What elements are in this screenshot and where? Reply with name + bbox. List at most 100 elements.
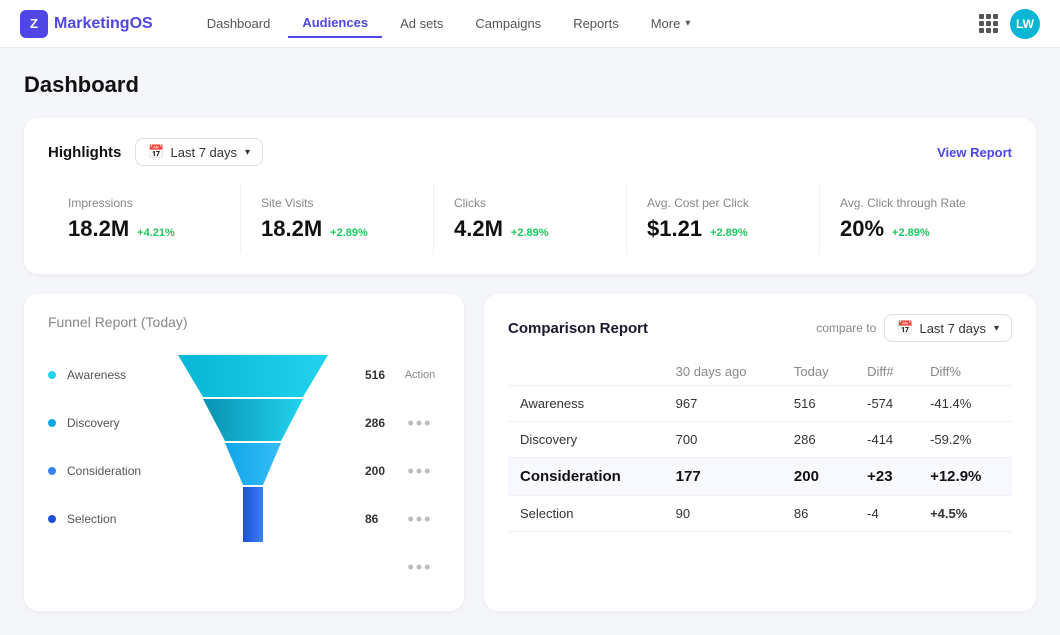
funnel-svg	[173, 347, 333, 547]
col-header-30days: 30 days ago	[664, 358, 782, 386]
row-today: 516	[782, 386, 855, 422]
chevron-down-icon: ▾	[685, 18, 690, 29]
col-header-diffn: Diff#	[855, 358, 918, 386]
funnel-actions: Action ••• ••• ••• •••	[400, 347, 440, 591]
table-row: Selection 90 86 -4 +4.5%	[508, 496, 1012, 532]
metric-avg-cpc: Avg. Cost per Click $1.21 +2.89%	[627, 184, 820, 254]
avatar[interactable]: LW	[1010, 9, 1040, 39]
metric-value: 18.2M	[261, 216, 322, 242]
metric-label: Avg. Cost per Click	[647, 196, 799, 210]
metric-label: Clicks	[454, 196, 606, 210]
action-header: Action	[400, 351, 440, 399]
metric-value: $1.21	[647, 216, 702, 242]
nav-audiences[interactable]: Audiences	[288, 9, 382, 38]
comparison-date-button[interactable]: 📅 Last 7 days ▾	[884, 314, 1012, 342]
highlights-card: Highlights 📅 Last 7 days ▾ View Report I…	[24, 118, 1036, 274]
funnel-label-awareness: Awareness	[48, 351, 141, 399]
row-today: 286	[782, 422, 855, 458]
row-30days: 90	[664, 496, 782, 532]
comparison-card: Comparison Report compare to 📅 Last 7 da…	[484, 294, 1036, 611]
row-today: 200	[782, 458, 855, 496]
funnel-label-selection: Selection	[48, 495, 141, 543]
comparison-header: Comparison Report compare to 📅 Last 7 da…	[508, 314, 1012, 342]
funnel-label-consideration: Consideration	[48, 447, 141, 495]
dot-icon	[48, 467, 56, 475]
view-report-link[interactable]: View Report	[937, 145, 1012, 160]
calendar-icon: 📅	[897, 320, 913, 336]
logo: Z MarketingOS	[20, 10, 153, 38]
metric-value: 20%	[840, 216, 884, 242]
metric-change: +2.89%	[710, 227, 748, 239]
nav-reports[interactable]: Reports	[559, 10, 633, 37]
logo-text: MarketingOS	[54, 15, 153, 33]
row-label: Selection	[508, 496, 664, 532]
funnel-value-discovery: 286	[365, 399, 400, 447]
metrics-row: Impressions 18.2M +4.21% Site Visits 18.…	[48, 184, 1012, 254]
chevron-down-icon: ▾	[245, 147, 250, 158]
metric-change: +4.21%	[137, 227, 175, 239]
row-diffn: -574	[855, 386, 918, 422]
highlights-header: Highlights 📅 Last 7 days ▾ View Report	[48, 138, 1012, 166]
nav-campaigns[interactable]: Campaigns	[461, 10, 555, 37]
calendar-icon: 📅	[148, 144, 164, 160]
dot-icon	[48, 419, 56, 427]
funnel-values: 516 286 200 86	[365, 347, 400, 543]
col-header-today: Today	[782, 358, 855, 386]
funnel-visualization	[141, 347, 365, 547]
row-diffp: +4.5%	[918, 496, 1012, 532]
row-label: Discovery	[508, 422, 664, 458]
comparison-filter: compare to 📅 Last 7 days ▾	[816, 314, 1012, 342]
funnel-value-awareness: 516	[365, 351, 400, 399]
action-dots-consideration[interactable]: •••	[400, 495, 440, 543]
metric-site-visits: Site Visits 18.2M +2.89%	[241, 184, 434, 254]
metric-change: +2.89%	[330, 227, 368, 239]
row-today: 86	[782, 496, 855, 532]
funnel-labels: Awareness Discovery Consideration Select…	[48, 347, 141, 543]
nav-adsets[interactable]: Ad sets	[386, 10, 457, 37]
row-30days: 967	[664, 386, 782, 422]
logo-icon: Z	[20, 10, 48, 38]
metric-impressions: Impressions 18.2M +4.21%	[48, 184, 241, 254]
row-diffp: +12.9%	[918, 458, 1012, 496]
metric-label: Site Visits	[261, 196, 413, 210]
col-header-diffp: Diff%	[918, 358, 1012, 386]
dot-icon	[48, 515, 56, 523]
funnel-title: Funnel Report (Today)	[48, 314, 440, 331]
funnel-card: Funnel Report (Today) Awareness Discover…	[24, 294, 464, 611]
row-label: Awareness	[508, 386, 664, 422]
funnel-value-consideration: 200	[365, 447, 400, 495]
metric-label: Avg. Click through Rate	[840, 196, 992, 210]
comparison-title: Comparison Report	[508, 320, 648, 337]
nav-dashboard[interactable]: Dashboard	[193, 10, 285, 37]
date-filter-button[interactable]: 📅 Last 7 days ▾	[135, 138, 263, 166]
funnel-label-discovery: Discovery	[48, 399, 141, 447]
row-30days: 177	[664, 458, 782, 496]
table-row-highlight: Consideration 177 200 +23 +12.9%	[508, 458, 1012, 496]
row-diffp: -41.4%	[918, 386, 1012, 422]
action-dots-selection[interactable]: •••	[400, 543, 440, 591]
row-diffp: -59.2%	[918, 422, 1012, 458]
metric-value: 18.2M	[68, 216, 129, 242]
metric-avg-ctr: Avg. Click through Rate 20% +2.89%	[820, 184, 1012, 254]
row-diffn: +23	[855, 458, 918, 496]
col-header-label	[508, 358, 664, 386]
nav-right: LW	[979, 9, 1040, 39]
page-content: Dashboard Highlights 📅 Last 7 days ▾ Vie…	[0, 48, 1060, 635]
row-diffn: -4	[855, 496, 918, 532]
navigation: Z MarketingOS Dashboard Audiences Ad set…	[0, 0, 1060, 48]
nav-links: Dashboard Audiences Ad sets Campaigns Re…	[193, 9, 979, 38]
action-dots-awareness[interactable]: •••	[400, 399, 440, 447]
grid-icon[interactable]	[979, 14, 998, 33]
row-label: Consideration	[508, 458, 664, 496]
row-30days: 700	[664, 422, 782, 458]
metric-change: +2.89%	[511, 227, 549, 239]
highlights-left: Highlights 📅 Last 7 days ▾	[48, 138, 263, 166]
table-row: Awareness 967 516 -574 -41.4%	[508, 386, 1012, 422]
action-dots-discovery[interactable]: •••	[400, 447, 440, 495]
table-row: Discovery 700 286 -414 -59.2%	[508, 422, 1012, 458]
metric-change: +2.89%	[892, 227, 930, 239]
nav-more[interactable]: More ▾	[637, 10, 705, 37]
funnel-value-selection: 86	[365, 495, 400, 543]
chevron-down-icon: ▾	[994, 323, 999, 334]
comparison-table: 30 days ago Today Diff# Diff% Awareness …	[508, 358, 1012, 532]
